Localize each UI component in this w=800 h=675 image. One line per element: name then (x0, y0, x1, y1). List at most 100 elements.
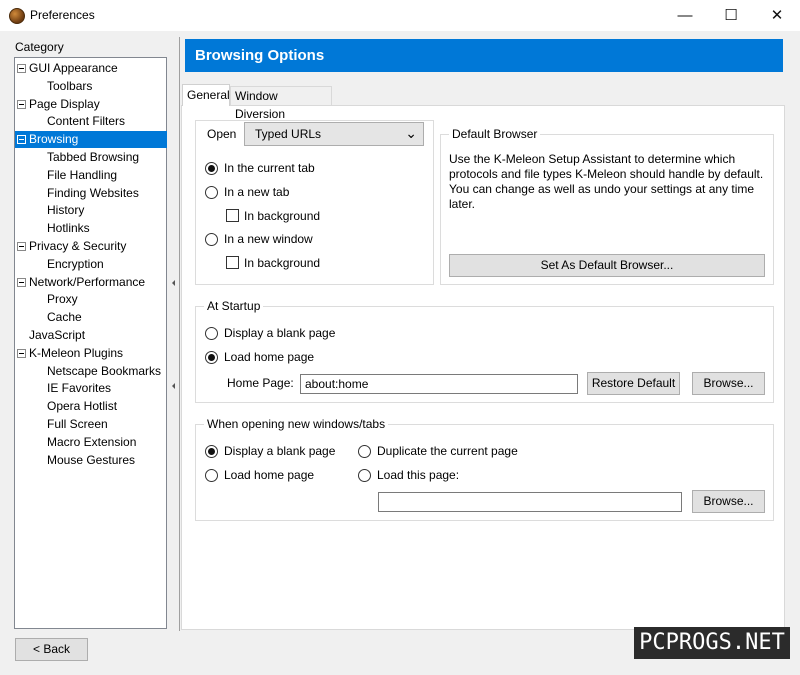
open-new-window-radio[interactable] (205, 233, 218, 246)
startup-blank-label[interactable]: Display a blank page (224, 326, 335, 340)
category-item[interactable]: Encryption (15, 256, 104, 273)
new-window-blank-radio[interactable] (205, 445, 218, 458)
category-item[interactable]: Netscape Bookmarks (15, 363, 161, 380)
category-item-label: Macro Extension (47, 434, 137, 449)
category-item[interactable]: IE Favorites (15, 380, 111, 397)
window-title: Preferences (30, 8, 95, 22)
open-label: Open (207, 127, 237, 141)
startup-home-radio[interactable] (205, 351, 218, 364)
home-page-input[interactable]: about:home (300, 374, 578, 394)
chevron-down-icon: ⌄ (405, 125, 417, 141)
app-icon (9, 8, 25, 24)
startup-browse-button[interactable]: Browse... (692, 372, 765, 395)
category-item-label: Finding Websites (47, 185, 139, 200)
tree-collapse-icon[interactable] (17, 277, 26, 287)
category-item-label: GUI Appearance (29, 61, 118, 75)
category-item[interactable]: Toolbars (15, 78, 92, 95)
watermark: PCPROGS.NET (634, 627, 790, 659)
category-item[interactable]: Mouse Gestures (15, 452, 135, 469)
category-tree[interactable]: GUI Appearance Toolbars Page Display Conten… (14, 57, 167, 629)
open-select-value: Typed URLs (255, 127, 322, 141)
category-item[interactable]: Proxy (15, 291, 78, 308)
category-item[interactable]: File Handling (15, 167, 117, 184)
category-item-label: Content Filters (47, 114, 126, 129)
category-item[interactable]: Network/Performance (15, 274, 145, 291)
back-button[interactable]: < Back (15, 638, 88, 661)
new-tab-background-label[interactable]: In background (244, 209, 320, 223)
category-item-label: Tabbed Browsing (47, 150, 140, 164)
category-item[interactable]: Tabbed Browsing (15, 149, 139, 166)
category-item-label: Browsing (29, 132, 79, 147)
load-this-page-label[interactable]: Load this page: (377, 468, 459, 482)
category-item-label: File Handling (47, 167, 118, 182)
restore-default-button[interactable]: Restore Default (587, 372, 680, 395)
load-this-page-input[interactable] (378, 492, 682, 512)
category-item[interactable]: Cache (15, 309, 82, 326)
category-item[interactable]: Browsing (15, 131, 167, 149)
category-label: Category (15, 40, 64, 54)
category-item-label: Encryption (47, 256, 104, 271)
category-item-label: IE Favorites (47, 381, 112, 396)
duplicate-page-radio[interactable] (358, 445, 371, 458)
new-window-background-label[interactable]: In background (244, 256, 320, 270)
category-item-label: Netscape Bookmarks (47, 363, 162, 378)
category-item[interactable]: K-Meleon Plugins (15, 345, 123, 362)
open-new-tab-radio[interactable] (205, 186, 218, 199)
collapse-arrow-icon (172, 383, 175, 389)
category-item[interactable]: Finding Websites (15, 185, 139, 202)
new-tab-background-checkbox[interactable] (226, 209, 239, 222)
default-browser-legend: Default Browser (449, 127, 541, 141)
category-item-label: Opera Hotlist (47, 399, 118, 414)
category-item[interactable]: Macro Extension (15, 434, 136, 451)
tree-collapse-icon[interactable] (17, 64, 26, 73)
category-item[interactable]: Page Display (15, 96, 100, 113)
category-item-label: JavaScript (29, 328, 86, 342)
category-item-label: Proxy (47, 292, 78, 307)
category-item[interactable]: Hotlinks (15, 220, 90, 237)
category-item-label: Toolbars (47, 78, 93, 93)
tree-collapse-icon[interactable] (17, 242, 26, 251)
category-item[interactable]: GUI Appearance (15, 60, 118, 77)
tab-window-diversion[interactable]: Window Diversion (230, 86, 332, 121)
minimize-button[interactable]: — (662, 0, 708, 31)
close-button[interactable]: ✕ (754, 0, 800, 31)
new-window-home-label[interactable]: Load home page (224, 468, 314, 482)
collapse-arrow-icon (172, 280, 175, 286)
category-item-label: Hotlinks (47, 221, 90, 236)
category-item[interactable]: Content Filters (15, 113, 125, 130)
category-item-label: Network/Performance (29, 274, 146, 289)
open-new-tab-label[interactable]: In a new tab (224, 185, 289, 199)
new-window-blank-label[interactable]: Display a blank page (224, 444, 335, 458)
new-windows-legend: When opening new windows/tabs (204, 417, 389, 431)
category-item[interactable]: Full Screen (15, 416, 108, 433)
tab-general[interactable]: General (182, 84, 230, 106)
tree-collapse-icon[interactable] (17, 348, 26, 358)
category-item[interactable]: Opera Hotlist (15, 398, 117, 415)
maximize-button[interactable]: ☐ (708, 0, 754, 31)
category-item[interactable]: Privacy & Security (15, 238, 126, 255)
open-current-tab-label[interactable]: In the current tab (224, 161, 315, 175)
load-this-page-radio[interactable] (358, 469, 371, 482)
home-page-label: Home Page: (227, 376, 294, 390)
new-window-browse-button[interactable]: Browse... (692, 490, 765, 513)
category-item-label: History (47, 203, 85, 218)
category-item[interactable]: JavaScript (15, 327, 85, 344)
open-select[interactable]: Typed URLs ⌄ (244, 122, 424, 146)
duplicate-page-label[interactable]: Duplicate the current page (377, 444, 518, 458)
tree-collapse-icon[interactable] (17, 135, 26, 145)
category-item-label: Mouse Gestures (47, 452, 136, 467)
category-item-label: K-Meleon Plugins (29, 345, 124, 360)
category-item-label: Full Screen (47, 417, 108, 431)
new-window-home-radio[interactable] (205, 469, 218, 482)
open-new-window-label[interactable]: In a new window (224, 232, 313, 246)
set-default-browser-button[interactable]: Set As Default Browser... (449, 254, 765, 277)
category-item-label: Page Display (29, 96, 100, 111)
category-item-label: Privacy & Security (29, 239, 127, 253)
tree-collapse-icon[interactable] (17, 99, 26, 109)
startup-home-label[interactable]: Load home page (224, 350, 314, 364)
category-item[interactable]: History (15, 202, 84, 219)
open-current-tab-radio[interactable] (205, 162, 218, 175)
pane-splitter[interactable] (170, 37, 178, 631)
new-window-background-checkbox[interactable] (226, 256, 239, 269)
startup-blank-radio[interactable] (205, 327, 218, 340)
